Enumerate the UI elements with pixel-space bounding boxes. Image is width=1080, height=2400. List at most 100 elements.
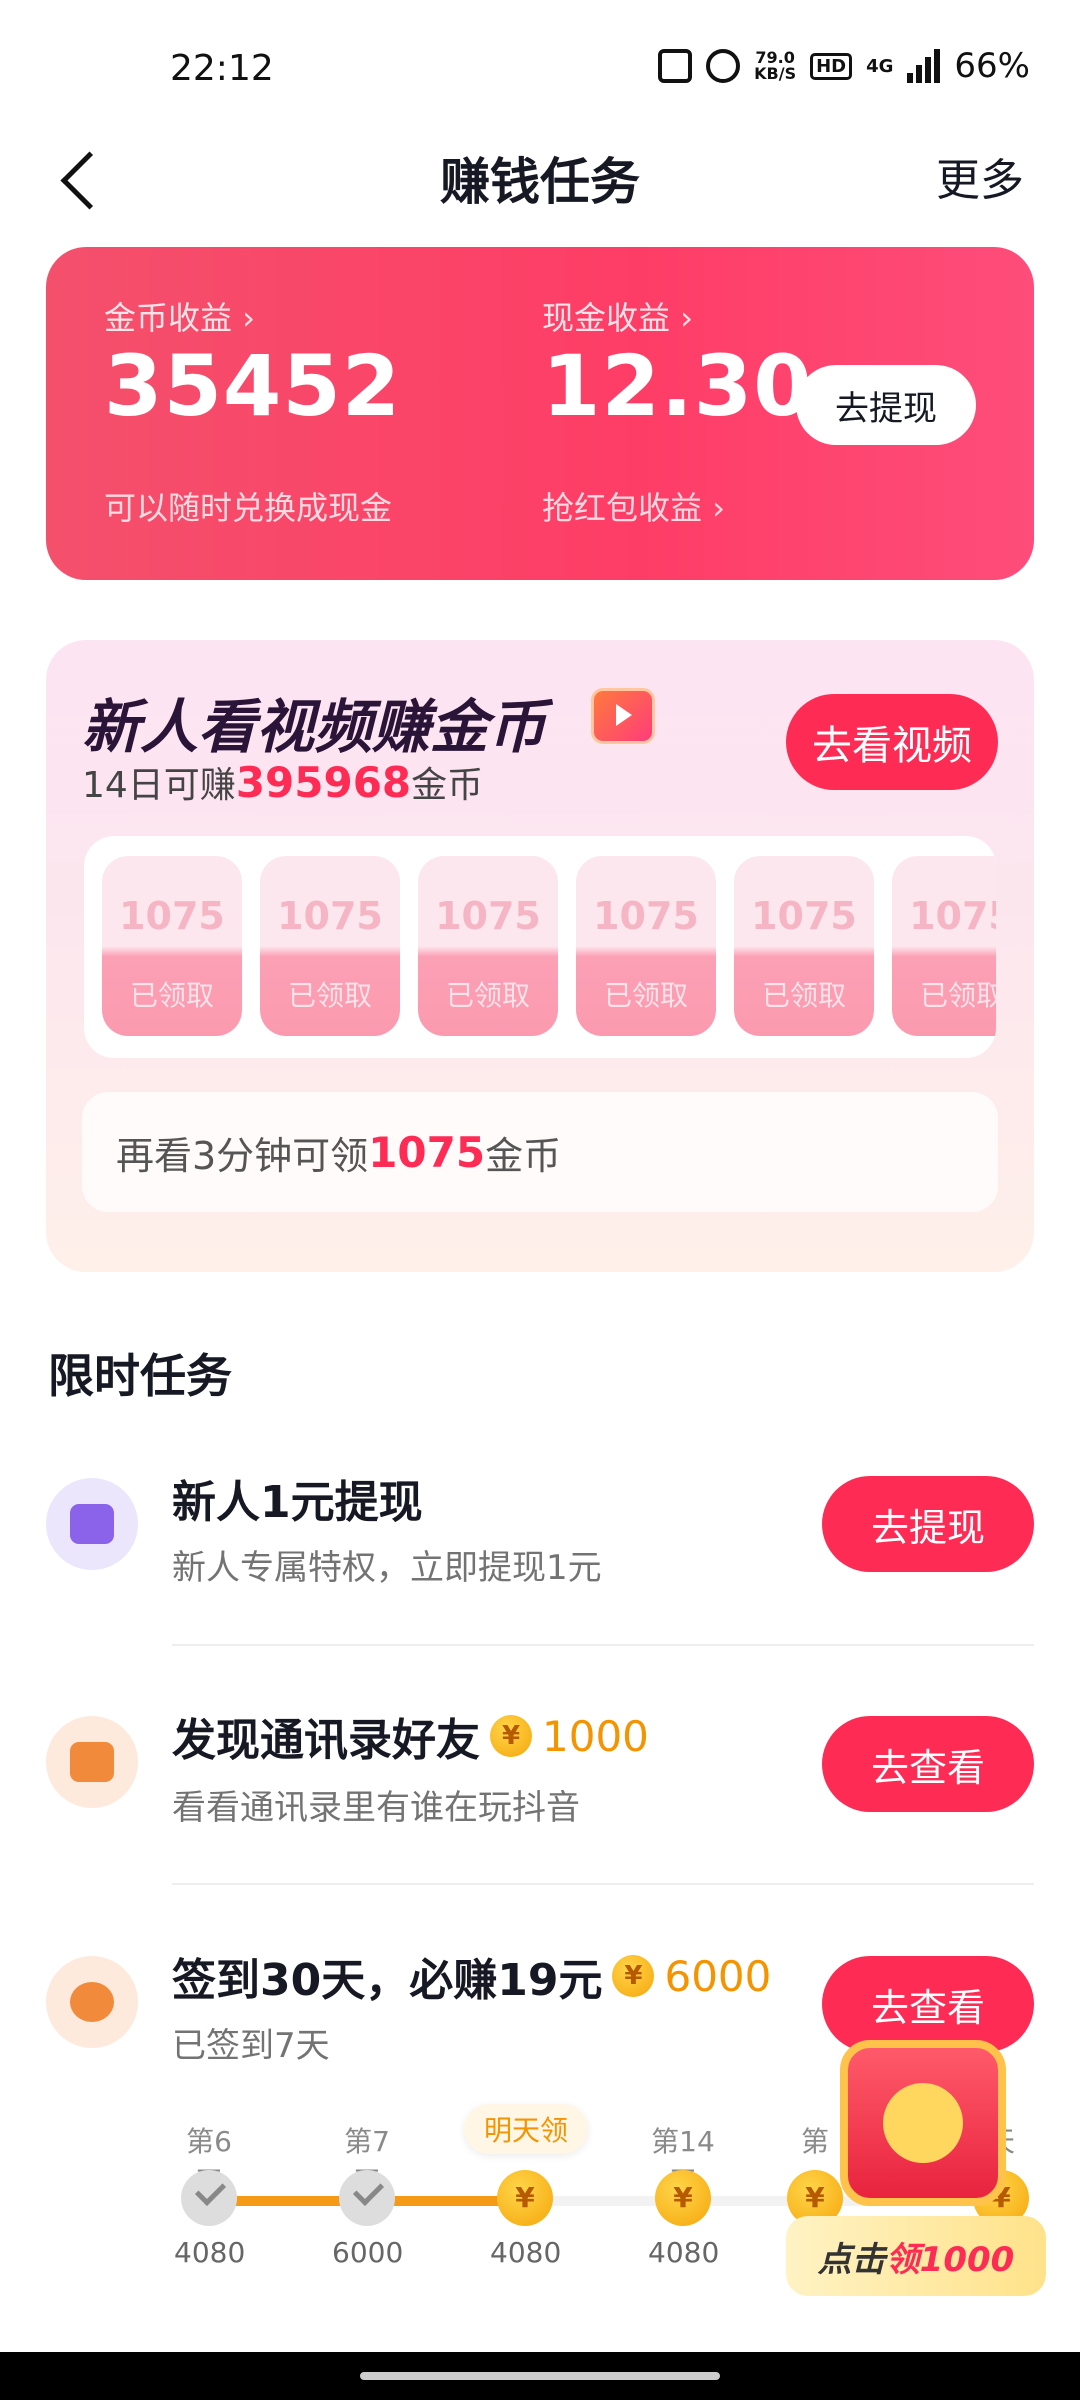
chevron-right-icon: › <box>712 489 725 527</box>
wallet-icon <box>46 1478 138 1570</box>
divider <box>172 1644 1034 1646</box>
checkin-day: 第7天 6000 <box>332 2120 404 2269</box>
home-indicator[interactable] <box>360 2372 720 2380</box>
chevron-right-icon: › <box>680 299 693 337</box>
checkin-day-label <box>490 2120 560 2160</box>
video-task-subtitle: 14日可赚395968金币 <box>82 756 483 808</box>
day-amount: 1075 <box>909 894 996 938</box>
check-icon <box>339 2170 395 2226</box>
net-speed: 79.0 KB/S <box>754 50 796 82</box>
net-speed-unit: KB/S <box>754 64 797 83</box>
checkin-day-value: 4080 <box>648 2236 720 2269</box>
day-amount: 1075 <box>119 894 225 938</box>
red-packet-earnings-link[interactable]: 抢红包收益 › <box>542 483 725 529</box>
cash-earnings-value: 12.30 <box>542 337 813 435</box>
task-title: 发现通讯录好友 <box>172 1715 480 1766</box>
gift-prefix: 点击 <box>817 2239 886 2280</box>
coin-icon: ¥ <box>490 1715 532 1757</box>
remind-amount: 1075 <box>368 1127 486 1177</box>
day-amount: 1075 <box>593 894 699 938</box>
checkin-day: ¥4080 <box>490 2120 562 2269</box>
status-time: 22:12 <box>170 48 274 89</box>
day-status: 已领取 <box>919 979 996 1012</box>
day-reward: 1075 已领取 <box>418 856 558 1036</box>
sub-amount: 395968 <box>235 758 412 807</box>
day-amount: 1075 <box>751 894 857 938</box>
daily-reward-strip[interactable]: 1075 已领取 1075 已领取 1075 已领取 1075 已领取 1075 已领取 … <box>84 836 996 1058</box>
sub-suffix: 金币 <box>411 765 484 806</box>
cash-earnings-label: 现金收益 <box>542 299 671 337</box>
earnings-card: 金币收益 › 35452 可以随时兑换成现金 现金收益 › 12.30 抢红包收… <box>46 247 1034 580</box>
status-icons: 79.0 KB/S HD 4G 66% <box>658 46 1030 86</box>
task-view-button[interactable]: 去查看 <box>822 1716 1034 1812</box>
chevron-right-icon: › <box>242 299 255 337</box>
day-status: 已领取 <box>445 979 530 1012</box>
coin-icon: ¥ <box>612 1955 655 1997</box>
task-title: 签到30天，必赚19元 <box>172 1955 603 2006</box>
remind-prefix: 再看3分钟可领 <box>116 1133 369 1178</box>
task-reward: 6000 <box>664 1951 772 2001</box>
checkin-day-value: 6000 <box>332 2236 404 2269</box>
task-title-row: 发现通讯录好友 ¥1000 <box>172 1704 649 1768</box>
day-amount: 1075 <box>435 894 541 938</box>
day-status: 已领取 <box>129 979 214 1012</box>
sub-prefix: 14日可赚 <box>82 765 236 806</box>
day-reward: 1075 已领取 <box>734 856 874 1036</box>
coin-earnings-link[interactable]: 金币收益 › <box>104 293 255 339</box>
watch-video-button[interactable]: 去看视频 <box>786 694 998 790</box>
checkin-day-value: 4080 <box>174 2236 246 2269</box>
section-title: 限时任务 <box>48 1349 232 1403</box>
day-status: 已领取 <box>603 979 688 1012</box>
day-reward: 1075 已领取 <box>260 856 400 1036</box>
network-type: 4G <box>866 55 894 77</box>
gift-claim-button[interactable]: 点击 领1000 <box>786 2216 1046 2296</box>
top-nav: 赚钱任务 更多 <box>0 130 1080 240</box>
gift-highlight: 领1000 <box>885 2239 1015 2280</box>
checkin-day-label: 第6天 <box>186 2125 232 2198</box>
task-title-row: 签到30天，必赚19元 ¥6000 <box>172 1944 771 2008</box>
system-nav-bar <box>0 2352 1080 2400</box>
watch-reminder: 再看3分钟可领 1075 金币 <box>82 1092 998 1212</box>
video-task-card: 新人看视频赚金币 14日可赚395968金币 去看视频 1075 已领取 1075… <box>46 640 1034 1272</box>
alarm-icon <box>706 49 741 83</box>
check-icon <box>181 2170 237 2226</box>
checkin-day-label: 第7天 <box>344 2125 390 2198</box>
task-title: 新人1元提现 <box>172 1477 423 1528</box>
cash-earnings-link[interactable]: 现金收益 › <box>542 293 693 339</box>
day-status: 已领取 <box>287 979 372 1012</box>
nfc-icon <box>658 49 693 83</box>
remind-suffix: 金币 <box>485 1133 562 1178</box>
task-reward: 1000 <box>542 1711 649 1761</box>
red-packet-label: 抢红包收益 <box>542 489 703 527</box>
hd-icon: HD <box>810 52 853 80</box>
video-task-title: 新人看视频赚金币 <box>82 693 547 761</box>
task-withdraw-button[interactable]: 去提现 <box>822 1476 1034 1572</box>
day-amount: 1075 <box>277 894 383 938</box>
coin-icon: ¥ <box>497 2170 553 2226</box>
gift-box <box>840 2040 1006 2206</box>
signal-icon <box>907 49 941 83</box>
more-button[interactable]: 更多 <box>936 144 1024 208</box>
coin-earnings-value: 35452 <box>104 337 402 435</box>
checkin-day: 第14天¥4080 <box>648 2120 720 2269</box>
task-subtitle: 看看通讯录里有谁在玩抖音 <box>172 1788 580 1828</box>
contacts-icon <box>46 1716 138 1808</box>
battery-text: 66% <box>954 46 1030 86</box>
day-reward: 1075 已领取 <box>102 856 242 1036</box>
checkin-day-label: 第14天 <box>651 2125 715 2198</box>
day-reward: 1075 已领取 <box>576 856 716 1036</box>
page-title: 赚钱任务 <box>440 153 640 211</box>
checkin-day-value: 4080 <box>490 2236 562 2269</box>
divider <box>172 1883 1034 1885</box>
day-reward: 1075 已领取 <box>892 856 996 1036</box>
withdraw-button[interactable]: 去提现 <box>796 365 976 445</box>
status-bar: 22:12 79.0 KB/S HD 4G 66% <box>0 0 1080 130</box>
checkin-day: 第6天 4080 <box>174 2120 246 2269</box>
tv-icon <box>591 688 655 744</box>
task-subtitle: 新人专属特权，立即提现1元 <box>172 1548 602 1588</box>
task-subtitle: 已签到7天 <box>172 2026 330 2066</box>
coin-icon: ¥ <box>655 2170 711 2226</box>
coin-earnings-label: 金币收益 <box>104 299 233 337</box>
coin-earnings-sub: 可以随时兑换成现金 <box>104 489 393 527</box>
yuan-icon <box>46 1956 138 2048</box>
